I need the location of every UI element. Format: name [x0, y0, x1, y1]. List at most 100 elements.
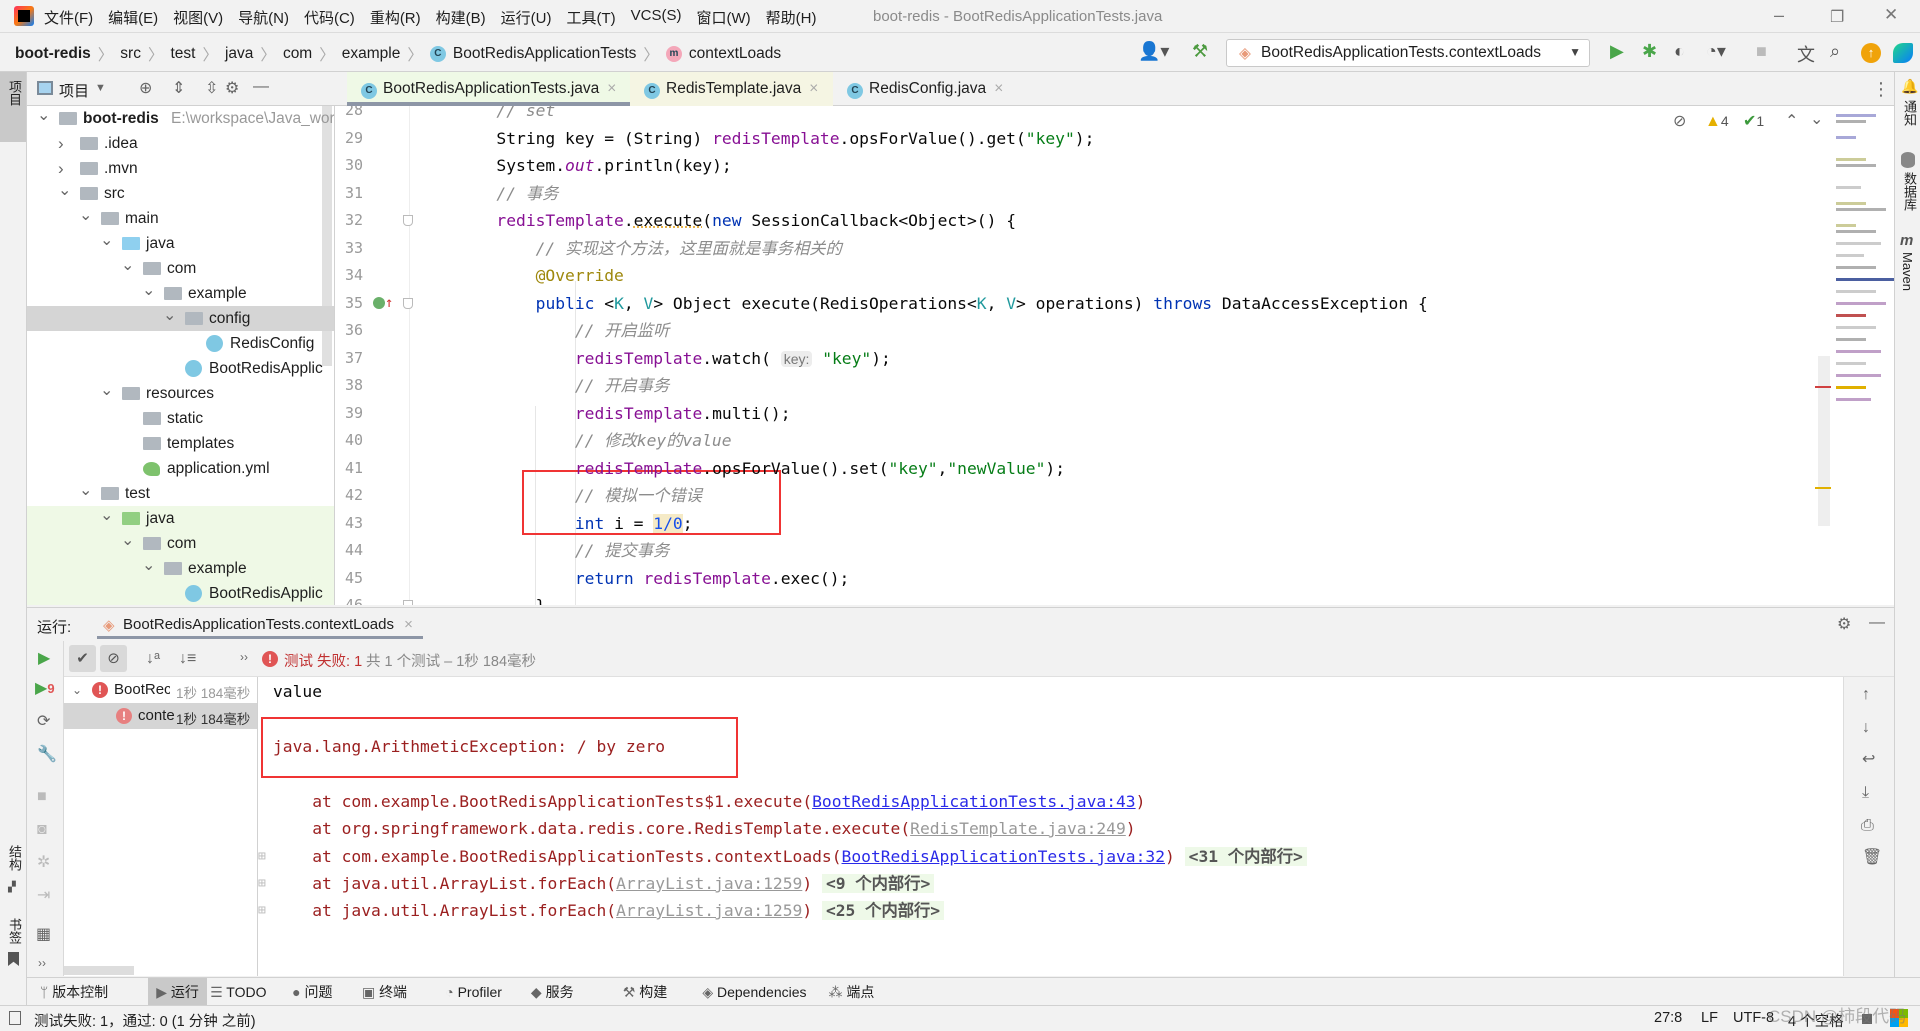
folded-lines-toggle[interactable]: <25 个内部行>: [821, 901, 945, 920]
show-passed-toggle[interactable]: ✔: [69, 645, 96, 672]
source-link[interactable]: BootRedisApplicationTests.java:32: [842, 847, 1165, 866]
chevron-down-icon[interactable]: ⌄: [142, 278, 155, 303]
import-icon[interactable]: ⇥: [37, 888, 50, 904]
breadcrumb-java[interactable]: java: [225, 45, 253, 63]
menu-item[interactable]: 编辑(E): [108, 7, 158, 28]
minimize-button[interactable]: –: [1774, 5, 1784, 26]
folded-lines-toggle[interactable]: <9 个内部行>: [821, 874, 935, 893]
fold-marker-icon[interactable]: [403, 297, 413, 309]
chevron-down-icon[interactable]: ⌄: [58, 178, 71, 203]
error-stripe-mark[interactable]: [1815, 386, 1831, 388]
tree-item[interactable]: ⌄ com: [27, 253, 334, 281]
source-link[interactable]: RedisTemplate.java:249: [910, 819, 1126, 838]
chevron-down-icon[interactable]: ⌄: [121, 253, 134, 278]
editor-tab[interactable]: C RedisTemplate.java ×: [630, 72, 833, 106]
more-icon[interactable]: ››: [240, 651, 248, 663]
chevron-down-icon[interactable]: ⌄: [79, 203, 92, 228]
sort-alphabetically-icon[interactable]: ↓ᵃ: [146, 651, 160, 667]
run-tab[interactable]: ◈ BootRedisApplicationTests.contextLoads…: [97, 608, 423, 639]
run-configuration-dropdown[interactable]: ◈ BootRedisApplicationTests.contextLoads…: [1226, 39, 1590, 67]
menu-item[interactable]: 重构(R): [370, 7, 421, 28]
tool-window-button[interactable]: ⚒ 构建: [615, 978, 675, 1006]
expand-icon[interactable]: ⊞: [258, 844, 266, 870]
locate-icon[interactable]: ⊕: [139, 81, 152, 97]
build-hammer-icon[interactable]: ⚒: [1192, 41, 1208, 62]
tree-item[interactable]: static: [27, 406, 334, 431]
tree-item[interactable]: › .mvn: [27, 156, 334, 181]
soft-wrap-icon[interactable]: ↩: [1862, 752, 1875, 768]
cursor-position[interactable]: 27:8: [1654, 1010, 1682, 1026]
update-icon[interactable]: ↑: [1861, 43, 1881, 63]
menu-item[interactable]: 工具(T): [566, 7, 615, 28]
expand-icon[interactable]: ⊞: [258, 898, 266, 924]
toolbox-icon[interactable]: [1893, 43, 1913, 63]
down-arrow-icon[interactable]: ↓: [1862, 720, 1870, 736]
run-icon[interactable]: ▶: [1610, 41, 1624, 62]
breadcrumb-test[interactable]: test: [170, 45, 195, 63]
breadcrumb-com[interactable]: com: [283, 45, 312, 63]
source-link[interactable]: ArrayList.java:1259: [616, 874, 802, 893]
status-icon[interactable]: [9, 1011, 21, 1025]
profile-icon[interactable]: ◔▾: [1706, 41, 1726, 62]
menu-item[interactable]: 构建(B): [436, 7, 486, 28]
tree-item[interactable]: › .idea: [27, 131, 334, 156]
database-tool-button[interactable]: 数据库: [1900, 172, 1919, 211]
tree-item[interactable]: RedisConfig: [27, 331, 334, 356]
tool-window-button[interactable]: ◆ 服务: [523, 978, 582, 1006]
tree-item[interactable]: application.yml: [27, 456, 334, 481]
chevron-down-icon[interactable]: ⌄: [100, 228, 113, 253]
tree-item[interactable]: ⌄ resources: [27, 378, 334, 406]
user-icon[interactable]: 👤▾: [1138, 41, 1169, 62]
hide-icon[interactable]: —: [253, 79, 269, 95]
tool-window-button[interactable]: ● 问题: [284, 978, 340, 1006]
chevron-down-icon[interactable]: ⌄: [100, 378, 113, 403]
wrench-icon[interactable]: 🔧: [37, 747, 57, 763]
search-icon[interactable]: ⌕: [1830, 41, 1840, 62]
maven-tool-button[interactable]: Maven: [1900, 252, 1915, 291]
menu-item[interactable]: VCS(S): [631, 7, 682, 28]
folded-lines-toggle[interactable]: <31 个内部行>: [1184, 847, 1307, 866]
tool-window-button[interactable]: ⁂ 端点: [820, 978, 882, 1006]
camera-icon[interactable]: ◙: [37, 822, 47, 838]
tool-window-button[interactable]: ᛘ 版本控制: [32, 978, 116, 1006]
rerun-failed-icon[interactable]: ▶9: [35, 681, 55, 697]
menu-item[interactable]: 运行(U): [501, 7, 552, 28]
export-icon[interactable]: ✲: [37, 855, 50, 871]
implements-method-icon[interactable]: [373, 296, 385, 309]
menu-item[interactable]: 窗口(W): [696, 7, 750, 28]
close-tab-icon[interactable]: ×: [404, 616, 413, 633]
up-arrow-icon[interactable]: ↑: [1862, 687, 1870, 703]
hide-icon[interactable]: —: [1869, 615, 1885, 631]
sort-by-duration-icon[interactable]: ↓≡: [179, 651, 196, 667]
expand-all-icon[interactable]: ⇕: [172, 81, 185, 97]
chevron-down-icon[interactable]: ⌄: [72, 683, 82, 697]
chevron-right-icon[interactable]: ›: [58, 131, 64, 156]
print-icon[interactable]: ⎙: [1861, 818, 1874, 834]
source-link[interactable]: ArrayList.java:1259: [616, 901, 802, 920]
collapse-all-icon[interactable]: ⇳: [205, 81, 218, 97]
tree-item[interactable]: ⌄ config: [27, 306, 334, 331]
chevron-down-icon[interactable]: ⌄: [121, 528, 134, 553]
source-link[interactable]: BootRedisApplicationTests.java:43: [812, 792, 1135, 811]
scroll-to-end-icon[interactable]: ⤓: [1862, 785, 1869, 801]
breadcrumb-example[interactable]: example: [342, 45, 401, 63]
code-editor[interactable]: ⊘ ▲4 ✔1 ⌃ ⌄ 28 // set 29 String key = (St…: [335, 106, 1894, 605]
tree-item[interactable]: ⌄ example: [27, 553, 334, 581]
translate-icon[interactable]: 文: [1797, 41, 1815, 67]
tree-item[interactable]: ⌄ java: [27, 506, 334, 531]
stop-icon[interactable]: ■: [37, 789, 47, 805]
breadcrumb-src[interactable]: src: [120, 45, 141, 63]
test-case-row[interactable]: ! conte 1秒 184毫秒: [64, 703, 257, 729]
stop-icon[interactable]: ■: [1756, 41, 1767, 62]
tree-item[interactable]: ⌄ test: [27, 478, 334, 506]
close-tab-icon[interactable]: ×: [809, 80, 818, 97]
tool-window-button[interactable]: ▣ 终端: [354, 978, 415, 1006]
chevron-down-icon[interactable]: ⌄: [79, 478, 92, 503]
tree-item[interactable]: BootRedisApplic: [27, 356, 334, 381]
tree-item[interactable]: templates: [27, 431, 334, 456]
line-separator[interactable]: LF: [1701, 1010, 1718, 1026]
project-tool-button[interactable]: 项目: [0, 72, 26, 142]
chevron-down-icon[interactable]: ⌄: [142, 553, 155, 578]
editor-scrollbar[interactable]: [1818, 356, 1830, 526]
coverage-icon[interactable]: ◐: [1674, 41, 1685, 62]
